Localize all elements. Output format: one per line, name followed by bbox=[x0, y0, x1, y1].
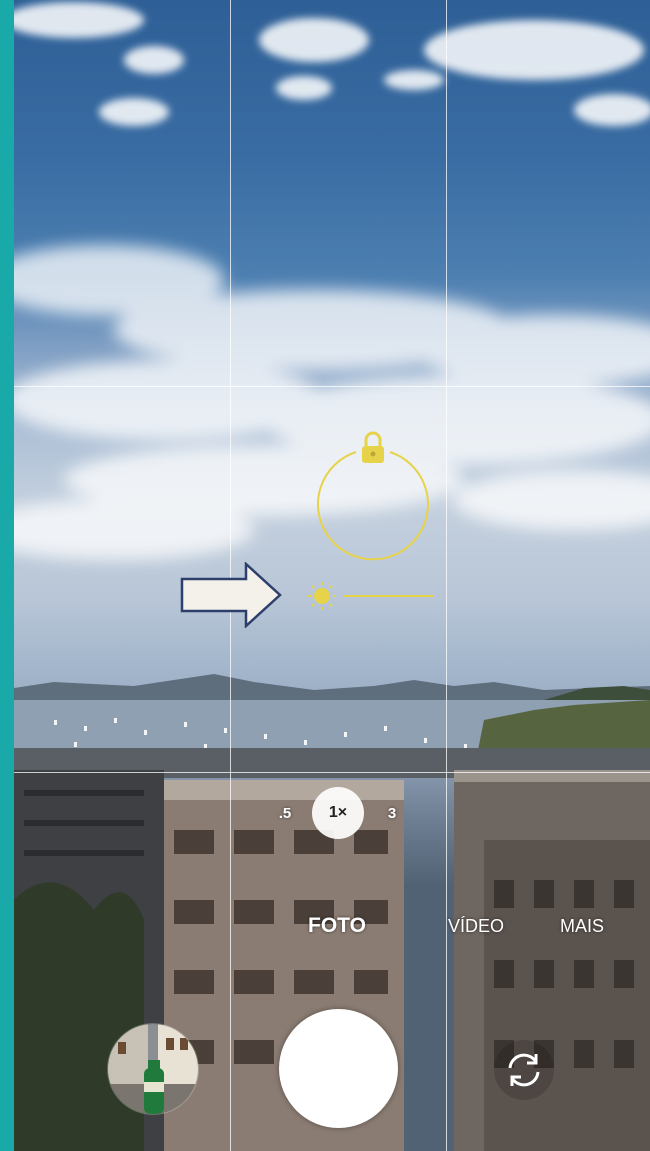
zoom-option-3x[interactable]: 3 bbox=[377, 786, 407, 840]
zoom-selector: .5 1× 3 bbox=[262, 786, 422, 840]
switch-camera-button[interactable] bbox=[494, 1040, 554, 1100]
mode-video[interactable]: VÍDEO bbox=[448, 906, 504, 946]
sky-clouds bbox=[14, 2, 650, 560]
flip-camera-icon bbox=[508, 1053, 540, 1087]
zoom-option-half[interactable]: .5 bbox=[270, 786, 300, 840]
camera-screen: .5 1× 3 FOTO VÍDEO MAIS bbox=[0, 0, 650, 1151]
gallery-preview-image bbox=[108, 1024, 198, 1114]
zoom-option-1x[interactable]: 1× bbox=[312, 787, 364, 839]
left-edge-strip bbox=[0, 0, 14, 1151]
grid-line-horizontal bbox=[14, 772, 650, 773]
grid-line-horizontal bbox=[14, 386, 650, 387]
camera-viewfinder[interactable] bbox=[14, 0, 650, 1151]
mode-more[interactable]: MAIS bbox=[560, 906, 604, 946]
grid-line-vertical bbox=[446, 0, 447, 1151]
gallery-thumbnail[interactable] bbox=[108, 1024, 198, 1114]
annotation-arrow bbox=[180, 562, 282, 628]
mode-photo[interactable]: FOTO bbox=[308, 906, 366, 946]
mode-selector: FOTO VÍDEO MAIS bbox=[14, 906, 650, 946]
shutter-button[interactable] bbox=[279, 1009, 398, 1128]
